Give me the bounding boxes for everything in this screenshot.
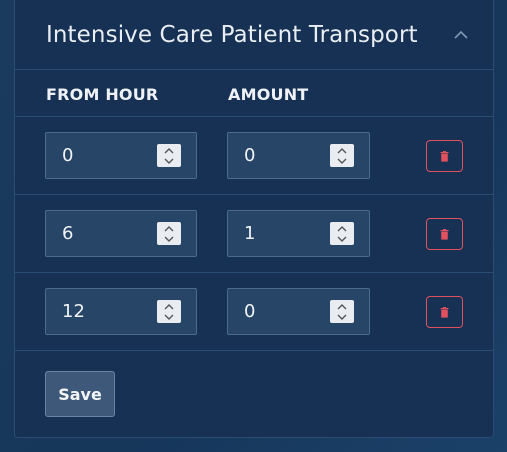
amount-header: AMOUNT [228,85,309,104]
from-hour-value: 0 [62,145,74,166]
from-hour-input[interactable]: 6 [45,210,197,257]
number-spinner[interactable] [330,222,354,245]
chevron-up-icon[interactable] [453,27,469,43]
from-hour-value: 6 [62,223,74,244]
number-spinner[interactable] [330,144,354,167]
from-hour-input[interactable]: 12 [45,288,197,335]
amount-value: 1 [244,223,256,244]
delete-row-button[interactable] [426,218,463,250]
amount-input[interactable]: 0 [227,132,370,179]
number-spinner[interactable] [157,300,181,323]
panel-header[interactable]: Intensive Care Patient Transport [15,0,493,70]
table-row: 12 0 [15,273,493,351]
amount-value: 0 [244,145,256,166]
panel-title: Intensive Care Patient Transport [46,21,418,48]
spinner-arrows-icon [164,225,174,242]
spinner-arrows-icon [164,303,174,320]
number-spinner[interactable] [157,144,181,167]
table-row: 0 0 [15,117,493,195]
spinner-arrows-icon [337,225,347,242]
from-hour-header: FROM HOUR [46,85,159,104]
trash-icon [440,306,449,318]
amount-input[interactable]: 0 [227,288,370,335]
table-row: 6 1 [15,195,493,273]
panel-footer: Save [15,351,493,438]
delete-row-button[interactable] [426,296,463,328]
delete-row-button[interactable] [426,140,463,172]
trash-icon [440,228,449,240]
amount-input[interactable]: 1 [227,210,370,257]
transport-panel: Intensive Care Patient Transport FROM HO… [14,0,494,438]
number-spinner[interactable] [330,300,354,323]
spinner-arrows-icon [164,147,174,164]
from-hour-value: 12 [62,301,85,322]
column-headers: FROM HOUR AMOUNT [15,70,493,117]
trash-icon [440,150,449,162]
amount-value: 0 [244,301,256,322]
spinner-arrows-icon [337,147,347,164]
save-button[interactable]: Save [45,371,115,417]
spinner-arrows-icon [337,303,347,320]
number-spinner[interactable] [157,222,181,245]
from-hour-input[interactable]: 0 [45,132,197,179]
